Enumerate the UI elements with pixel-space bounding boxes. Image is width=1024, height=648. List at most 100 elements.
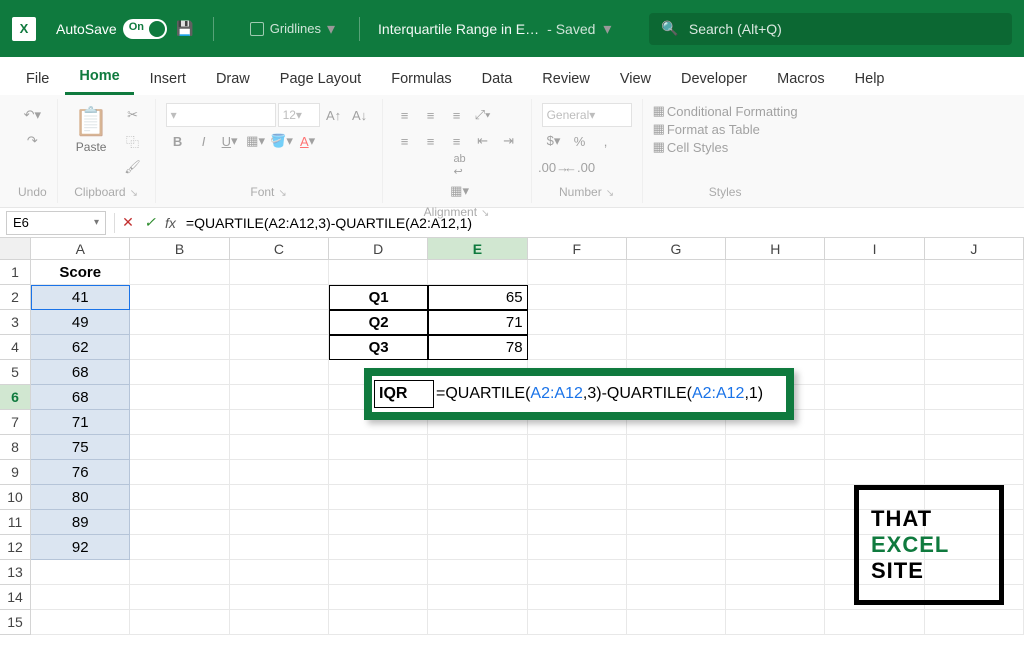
fx-icon[interactable]: fx <box>165 215 176 231</box>
tab-macros[interactable]: Macros <box>763 63 839 95</box>
font-name-combo[interactable]: ▾ <box>166 103 276 127</box>
col-header[interactable]: F <box>528 238 627 259</box>
increase-decimal-button[interactable]: .00→ <box>542 155 566 179</box>
cell[interactable]: 76 <box>31 460 130 485</box>
fill-color-button[interactable]: 🪣▾ <box>270 129 294 153</box>
tab-developer[interactable]: Developer <box>667 63 761 95</box>
col-header[interactable]: G <box>627 238 726 259</box>
format-painter-button[interactable]: 🖌 <box>121 155 145 179</box>
cell[interactable]: 75 <box>31 435 130 460</box>
col-header[interactable]: A <box>31 238 130 259</box>
percent-button[interactable]: % <box>568 129 592 153</box>
decrease-font-button[interactable]: A↓ <box>348 103 372 127</box>
align-left-button[interactable]: ≡ <box>393 129 417 153</box>
orientation-button[interactable]: ⤢▾ <box>471 103 495 127</box>
undo-button[interactable]: ↶▾ <box>20 103 44 127</box>
comma-button[interactable]: , <box>594 129 618 153</box>
row-header[interactable]: 15 <box>0 610 31 635</box>
dialog-launcher-icon[interactable]: ↘ <box>130 188 138 199</box>
row-header[interactable]: 7 <box>0 410 31 435</box>
row-header[interactable]: 3 <box>0 310 31 335</box>
bold-button[interactable]: B <box>166 129 190 153</box>
col-header[interactable]: C <box>230 238 329 259</box>
col-header[interactable]: H <box>726 238 825 259</box>
tab-draw[interactable]: Draw <box>202 63 264 95</box>
indent-dec-button[interactable]: ⇤ <box>471 129 495 153</box>
dialog-launcher-icon[interactable]: ↘ <box>278 188 286 199</box>
cell[interactable] <box>230 260 329 285</box>
search-box[interactable]: 🔍 Search (Alt+Q) <box>649 13 1012 45</box>
italic-button[interactable]: I <box>192 129 216 153</box>
cell[interactable]: 62 <box>31 335 130 360</box>
cell[interactable]: 49 <box>31 310 130 335</box>
cell[interactable] <box>925 260 1024 285</box>
cell[interactable]: Q3 <box>329 335 428 360</box>
cell[interactable] <box>825 260 924 285</box>
cell[interactable] <box>428 260 527 285</box>
select-all-corner[interactable] <box>0 238 31 259</box>
decrease-decimal-button[interactable]: ←.00 <box>568 155 592 179</box>
iqr-label-cell[interactable]: IQR <box>374 380 434 408</box>
font-size-combo[interactable]: 12 ▾ <box>278 103 320 127</box>
tab-review[interactable]: Review <box>528 63 604 95</box>
iqr-formula-cell[interactable]: =QUARTILE(A2:A12,3)-QUARTILE(A2:A12,1) <box>436 380 763 408</box>
number-format-combo[interactable]: General ▾ <box>542 103 632 127</box>
cell[interactable] <box>329 260 428 285</box>
row-header[interactable]: 14 <box>0 585 31 610</box>
tab-file[interactable]: File <box>12 63 63 95</box>
row-header[interactable]: 5 <box>0 360 31 385</box>
cell[interactable] <box>528 260 627 285</box>
cell[interactable]: 80 <box>31 485 130 510</box>
redo-button[interactable]: ↷ <box>20 129 44 153</box>
checkbox-icon[interactable] <box>250 22 264 36</box>
chevron-down-icon[interactable]: ▾ <box>327 19 335 39</box>
cell[interactable]: Q1 <box>329 285 428 310</box>
row-header[interactable]: 11 <box>0 510 31 535</box>
cut-button[interactable]: ✂ <box>121 103 145 127</box>
tab-insert[interactable]: Insert <box>136 63 200 95</box>
document-title[interactable]: Interquartile Range in E… <box>378 21 539 37</box>
tab-home[interactable]: Home <box>65 60 133 95</box>
cell[interactable]: 89 <box>31 510 130 535</box>
save-icon[interactable]: 💾 <box>175 19 195 39</box>
increase-font-button[interactable]: A↑ <box>322 103 346 127</box>
cell[interactable]: Q2 <box>329 310 428 335</box>
col-header[interactable]: E <box>428 238 527 259</box>
cell[interactable] <box>130 260 229 285</box>
format-as-table-button[interactable]: ▦ Format as Table <box>653 121 760 137</box>
tab-view[interactable]: View <box>606 63 665 95</box>
row-header[interactable]: 12 <box>0 535 31 560</box>
borders-button[interactable]: ▦▾ <box>244 129 268 153</box>
tab-formulas[interactable]: Formulas <box>377 63 465 95</box>
font-color-button[interactable]: A▾ <box>296 129 320 153</box>
formula-input[interactable]: =QUARTILE(A2:A12,3)-QUARTILE(A2:A12,1) <box>180 215 1024 231</box>
indent-inc-button[interactable]: ⇥ <box>497 129 521 153</box>
row-header[interactable]: 8 <box>0 435 31 460</box>
cell[interactable]: 92 <box>31 535 130 560</box>
align-right-button[interactable]: ≡ <box>445 129 469 153</box>
gridlines-toggle[interactable]: Gridlines ▾ <box>244 19 341 39</box>
cell[interactable]: 78 <box>428 335 527 360</box>
align-center-button[interactable]: ≡ <box>419 129 443 153</box>
tab-page-layout[interactable]: Page Layout <box>266 63 375 95</box>
wrap-text-button[interactable]: ab↩ <box>450 153 469 177</box>
cell[interactable]: 71 <box>428 310 527 335</box>
col-header[interactable]: B <box>130 238 229 259</box>
name-box[interactable]: E6 ▾ <box>6 211 106 235</box>
underline-button[interactable]: U▾ <box>218 129 242 153</box>
row-header[interactable]: 13 <box>0 560 31 585</box>
align-middle-button[interactable]: ≡ <box>419 103 443 127</box>
cell[interactable]: 41 <box>31 285 130 310</box>
chevron-down-icon[interactable]: ▾ <box>94 217 99 228</box>
chevron-down-icon[interactable]: ▾ <box>603 19 611 39</box>
row-header[interactable]: 2 <box>0 285 31 310</box>
currency-button[interactable]: $▾ <box>542 129 566 153</box>
col-header[interactable]: D <box>329 238 428 259</box>
autosave-toggle[interactable]: On <box>123 19 167 39</box>
row-header[interactable]: 9 <box>0 460 31 485</box>
cell[interactable] <box>726 260 825 285</box>
conditional-formatting-button[interactable]: ▦ Conditional Formatting <box>653 103 798 119</box>
cell[interactable]: 68 <box>31 385 130 410</box>
enter-formula-button[interactable]: ✓ <box>139 212 161 234</box>
row-header[interactable]: 1 <box>0 260 31 285</box>
